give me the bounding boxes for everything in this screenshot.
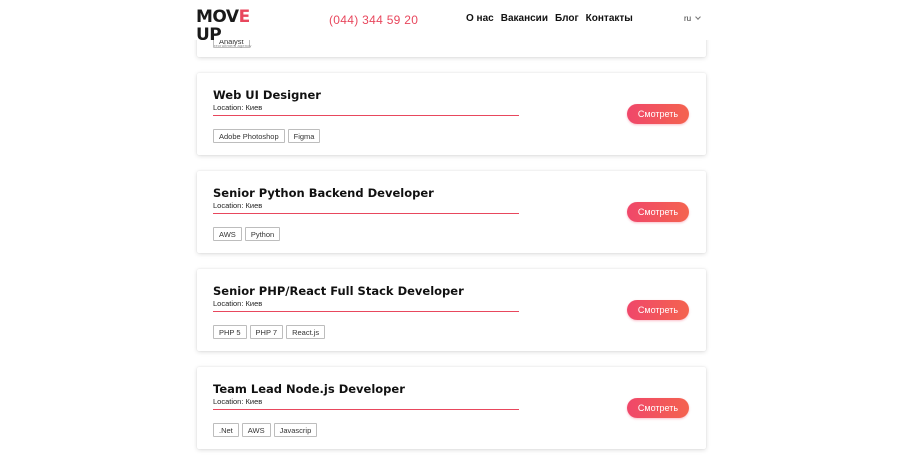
- divider: [213, 311, 519, 312]
- tag[interactable]: AWS: [213, 227, 242, 241]
- vacancy-title[interactable]: Team Lead Node.js Developer: [213, 382, 405, 396]
- site-header: MOVE UP recruitment agency (044) 344 59 …: [0, 0, 900, 48]
- nav-item-vacancies[interactable]: Вакансии: [501, 13, 548, 24]
- view-button[interactable]: Смотреть: [627, 104, 689, 124]
- language-label: ru: [684, 14, 692, 23]
- vacancy-title[interactable]: Senior Python Backend Developer: [213, 186, 434, 200]
- vacancy-location: Location: Киев: [213, 397, 263, 406]
- tag[interactable]: .Net: [213, 423, 239, 437]
- tag-list: .Net AWS Javascrip: [213, 423, 318, 437]
- vacancy-card: Web UI Designer Location: Киев Adobe Pho…: [197, 73, 706, 155]
- logo[interactable]: MOVE UP recruitment agency: [196, 8, 276, 48]
- logo-tagline: recruitment agency: [214, 43, 252, 48]
- chevron-down-icon: [695, 14, 701, 20]
- tag[interactable]: React.js: [286, 325, 326, 339]
- view-button[interactable]: Смотреть: [627, 202, 689, 222]
- nav-item-contacts[interactable]: Контакты: [586, 13, 633, 24]
- tag[interactable]: PHP 5: [213, 325, 247, 339]
- tag[interactable]: AWS: [241, 423, 271, 437]
- language-selector[interactable]: ru: [684, 14, 701, 23]
- phone-link[interactable]: (044) 344 59 20: [329, 13, 418, 27]
- view-button[interactable]: Смотреть: [627, 300, 689, 320]
- vacancy-card: Team Lead Node.js Developer Location: Ки…: [197, 367, 706, 449]
- tag[interactable]: PHP 7: [249, 325, 284, 339]
- tag[interactable]: Python: [244, 227, 281, 241]
- tag[interactable]: Javascrip: [273, 423, 318, 437]
- vacancy-location: Location: Киев: [213, 103, 263, 112]
- vacancy-card: Senior PHP/React Full Stack Developer Lo…: [197, 269, 706, 351]
- vacancy-location: Location: Киев: [213, 299, 263, 308]
- vacancy-location: Location: Киев: [213, 201, 263, 210]
- tag-list: PHP 5 PHP 7 React.js: [213, 325, 326, 339]
- divider: [213, 409, 519, 410]
- view-button[interactable]: Смотреть: [627, 398, 689, 418]
- vacancy-title[interactable]: Senior PHP/React Full Stack Developer: [213, 284, 464, 298]
- vacancy-card: Senior Python Backend Developer Location…: [197, 171, 706, 253]
- tag-list: Adobe Photoshop Figma: [213, 129, 321, 143]
- vacancy-title[interactable]: Web UI Designer: [213, 88, 321, 102]
- tag[interactable]: Adobe Photoshop: [213, 129, 285, 143]
- tag-list: AWS Python: [213, 227, 281, 241]
- main-nav: О нас Вакансии Блог Контакты: [466, 13, 633, 24]
- tag[interactable]: Figma: [287, 129, 321, 143]
- nav-item-blog[interactable]: Блог: [555, 13, 579, 24]
- logo-wordmark: MOVE UP: [196, 7, 250, 45]
- divider: [213, 213, 519, 214]
- nav-item-about[interactable]: О нас: [466, 13, 494, 24]
- divider: [213, 115, 519, 116]
